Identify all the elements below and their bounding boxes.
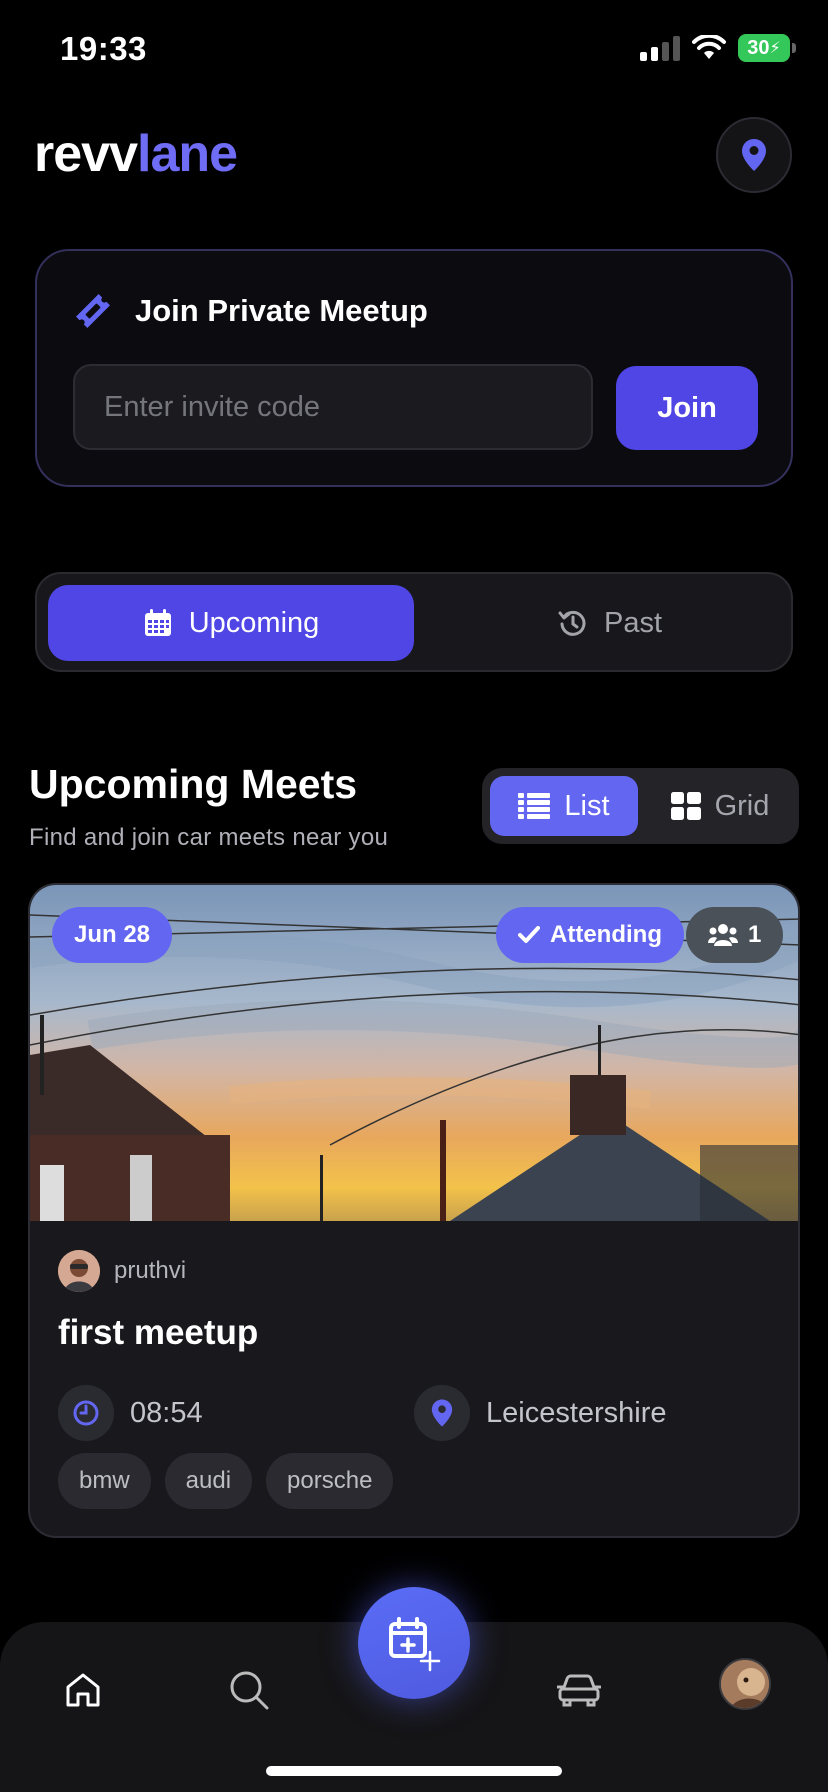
- battery-level: 30: [747, 36, 770, 59]
- author-name: pruthvi: [114, 1257, 187, 1284]
- nav-search[interactable]: [219, 1660, 279, 1720]
- attending-badge: Attending: [496, 907, 684, 963]
- map-pin-icon: [431, 1399, 453, 1427]
- tag-chip[interactable]: porsche: [266, 1453, 394, 1509]
- private-meetup-header: Join Private Meetup: [73, 291, 428, 331]
- meet-author[interactable]: pruthvi: [58, 1250, 186, 1292]
- tab-past-label: Past: [603, 606, 663, 639]
- nav-garage[interactable]: [549, 1660, 609, 1720]
- grid-view-label: Grid: [714, 789, 770, 822]
- status-icons: 30 ⚡: [640, 34, 796, 62]
- location-icon-wrap: [414, 1385, 470, 1441]
- users-icon: [708, 924, 738, 946]
- status-bar: 19:33 30 ⚡: [0, 0, 828, 100]
- meet-title: first meetup: [58, 1313, 259, 1352]
- private-meetup-title: Join Private Meetup: [135, 293, 428, 328]
- battery-icon: 30 ⚡: [738, 34, 796, 62]
- attending-label: Attending: [550, 921, 662, 948]
- invite-code-input[interactable]: [73, 364, 593, 450]
- list-view-label: List: [564, 789, 610, 822]
- tag-chip[interactable]: bmw: [58, 1453, 151, 1509]
- grid-icon: [670, 792, 701, 820]
- meet-date-badge: Jun 28: [52, 907, 173, 963]
- clock-icon-wrap: [58, 1385, 114, 1441]
- section-subtitle: Find and join car meets near you: [29, 824, 389, 851]
- check-icon: [518, 926, 540, 943]
- map-pin-icon: [742, 139, 766, 171]
- history-icon: [558, 610, 586, 636]
- attendee-count-badge: 1: [686, 907, 784, 963]
- cellular-signal-icon: [640, 35, 680, 61]
- nav-home[interactable]: [53, 1660, 113, 1720]
- status-time: 19:33: [60, 30, 147, 67]
- view-toggle: List Grid: [482, 768, 799, 844]
- attendee-count: 1: [748, 921, 762, 948]
- meet-cover-image: Jun 28 Attending 1: [30, 885, 798, 1221]
- list-icon: [518, 793, 551, 819]
- ticket-icon: [76, 294, 110, 328]
- author-avatar: [58, 1250, 100, 1292]
- logo-part-2: lane: [137, 125, 238, 183]
- grid-view-button[interactable]: Grid: [650, 776, 790, 836]
- list-view-button[interactable]: List: [490, 776, 638, 836]
- meet-tabs: Upcoming Past: [35, 572, 793, 672]
- clock-icon: [73, 1400, 99, 1426]
- app-logo: revvlane: [34, 124, 238, 184]
- tab-upcoming[interactable]: Upcoming: [48, 585, 414, 661]
- meet-time: 08:54: [58, 1385, 203, 1441]
- home-icon: [66, 1673, 100, 1707]
- meet-time-value: 08:54: [130, 1396, 203, 1429]
- meet-location-value: Leicestershire: [486, 1396, 667, 1429]
- create-meet-button[interactable]: [358, 1587, 470, 1699]
- tag-chip[interactable]: audi: [164, 1453, 253, 1509]
- wifi-icon: [692, 35, 726, 59]
- logo-part-1: revv: [34, 125, 138, 183]
- join-private-meetup-card: Join Private Meetup Join: [35, 249, 793, 487]
- meet-location: Leicestershire: [414, 1385, 667, 1441]
- join-button[interactable]: Join: [616, 366, 758, 450]
- tab-past[interactable]: Past: [437, 585, 783, 661]
- section-title: Upcoming Meets: [29, 761, 358, 807]
- car-icon: [557, 1674, 601, 1707]
- tab-upcoming-label: Upcoming: [188, 606, 320, 639]
- meet-tags: bmw audi porsche: [58, 1453, 394, 1509]
- calendar-icon: [144, 609, 171, 636]
- nav-profile-avatar[interactable]: [719, 1658, 771, 1710]
- location-button[interactable]: [716, 117, 792, 193]
- search-icon: [230, 1671, 269, 1710]
- home-indicator: [266, 1766, 562, 1776]
- meet-card[interactable]: Jun 28 Attending 1 pruthvi first meetup …: [28, 883, 800, 1538]
- calendar-plus-icon: [389, 1617, 441, 1672]
